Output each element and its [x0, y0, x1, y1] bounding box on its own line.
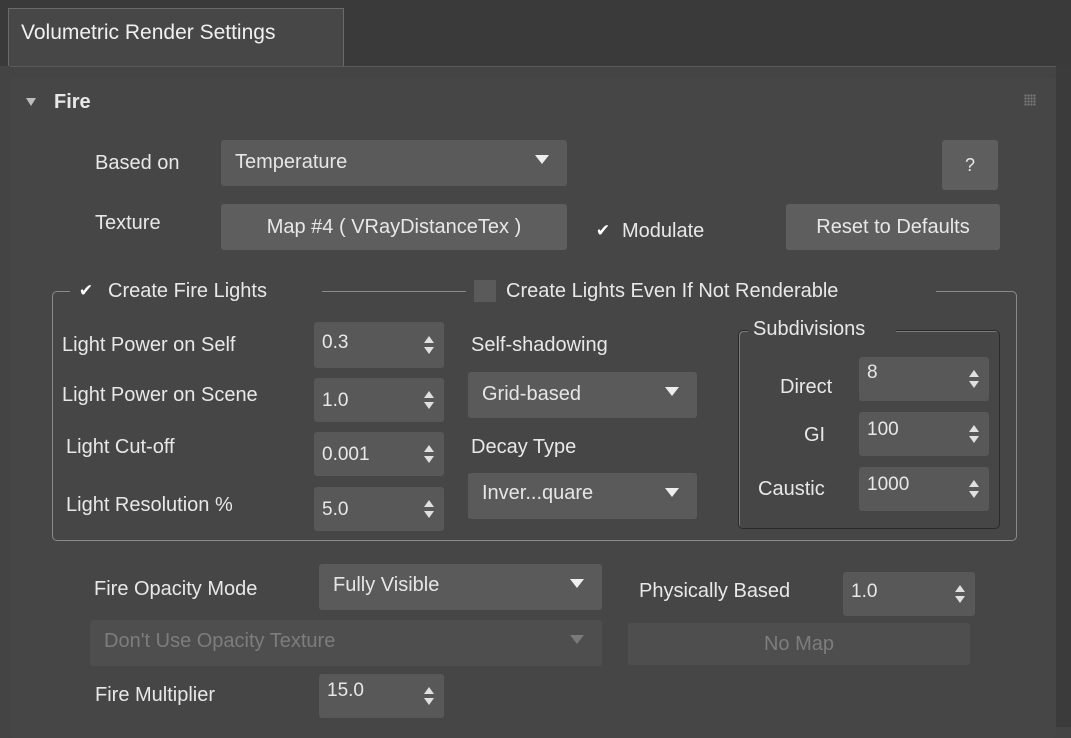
help-button[interactable]: ?	[942, 140, 998, 190]
fire-multiplier-value: 15.0	[327, 680, 364, 701]
self-shadowing-dropdown[interactable]: Grid-based	[468, 372, 697, 418]
opacity-texture-dropdown[interactable]: Don't Use Opacity Texture	[90, 620, 602, 666]
based-on-value: Temperature	[235, 151, 348, 173]
subdiv-direct-label: Direct	[780, 376, 833, 398]
decay-type-label: Decay Type	[471, 436, 577, 458]
subdiv-gi-label: GI	[804, 424, 826, 446]
light-cutoff-value: 0.001	[322, 444, 370, 465]
modulate-label: Modulate	[622, 220, 705, 242]
create-lights-not-renderable-label: Create Lights Even If Not Renderable	[506, 280, 839, 302]
decay-type-value: Inver...quare	[482, 482, 594, 504]
self-shadowing-value: Grid-based	[482, 383, 581, 405]
divider	[10, 66, 1071, 67]
reset-to-defaults-button[interactable]: Reset to Defaults	[786, 204, 1000, 250]
spinner-arrows-icon[interactable]	[969, 370, 979, 388]
texture-map-button[interactable]: Map #4 ( VRayDistanceTex )	[221, 204, 567, 250]
light-power-scene-label: Light Power on Scene	[62, 384, 258, 406]
fire-opacity-mode-dropdown[interactable]: Fully Visible	[319, 564, 602, 610]
subdiv-direct-spinner[interactable]: 8	[859, 357, 989, 401]
subdiv-direct-value: 8	[867, 362, 878, 383]
check-icon: ✔	[595, 221, 611, 240]
rollout-header-fire[interactable]: Fire	[22, 88, 222, 118]
spinner-arrows-icon[interactable]	[424, 336, 434, 354]
physically-based-value: 1.0	[851, 581, 878, 602]
spinner-arrows-icon[interactable]	[424, 687, 434, 705]
tab-title: Volumetric Render Settings	[21, 21, 276, 44]
spinner-arrows-icon[interactable]	[955, 585, 965, 603]
light-power-scene-value: 1.0	[322, 390, 349, 411]
subdiv-gi-spinner[interactable]: 100	[859, 412, 989, 456]
light-cutoff-spinner[interactable]: 0.001	[314, 432, 444, 476]
spinner-arrows-icon[interactable]	[969, 480, 979, 498]
chevron-down-icon	[570, 579, 584, 588]
light-resolution-label: Light Resolution %	[66, 494, 233, 516]
spinner-arrows-icon[interactable]	[424, 500, 434, 518]
light-resolution-value: 5.0	[322, 499, 349, 520]
subdiv-caustic-label: Caustic	[758, 478, 825, 500]
opacity-texture-value: Don't Use Opacity Texture	[104, 630, 336, 652]
physically-based-label: Physically Based	[639, 580, 791, 602]
texture-label: Texture	[95, 212, 161, 234]
fire-opacity-mode-value: Fully Visible	[333, 574, 440, 596]
light-power-scene-spinner[interactable]: 1.0	[314, 378, 444, 422]
based-on-dropdown[interactable]: Temperature	[221, 140, 567, 186]
subdiv-caustic-value: 1000	[867, 474, 910, 495]
light-resolution-spinner[interactable]: 5.0	[314, 487, 444, 531]
fire-multiplier-spinner[interactable]: 15.0	[319, 674, 444, 718]
scrollbar[interactable]	[1056, 66, 1071, 727]
create-fire-lights-label: Create Fire Lights	[108, 280, 267, 302]
self-shadowing-label: Self-shadowing	[471, 334, 608, 356]
light-power-self-spinner[interactable]: 0.3	[314, 322, 444, 368]
chevron-down-icon	[570, 635, 584, 644]
rollout-gripper-icon[interactable]	[1024, 94, 1036, 106]
light-cutoff-label: Light Cut-off	[66, 436, 175, 458]
opacity-no-map-button[interactable]: No Map	[628, 623, 970, 665]
chevron-down-icon	[535, 155, 549, 164]
spinner-arrows-icon[interactable]	[424, 391, 434, 409]
based-on-label: Based on	[95, 152, 180, 174]
physically-based-spinner[interactable]: 1.0	[843, 572, 975, 616]
decay-type-dropdown[interactable]: Inver...quare	[468, 473, 697, 519]
subdiv-gi-value: 100	[867, 419, 899, 440]
rollout-title: Fire	[54, 91, 91, 113]
light-power-self-label: Light Power on Self	[62, 334, 236, 356]
spinner-arrows-icon[interactable]	[424, 445, 434, 463]
light-power-self-value: 0.3	[322, 332, 349, 353]
tab-volumetric-render-settings[interactable]: Volumetric Render Settings	[8, 8, 344, 66]
spinner-arrows-icon[interactable]	[969, 425, 979, 443]
modulate-checkbox[interactable]: ✔	[593, 221, 613, 241]
chevron-down-icon	[665, 387, 679, 396]
fire-multiplier-label: Fire Multiplier	[95, 684, 216, 706]
create-fire-lights-checkbox[interactable]: ✔	[76, 281, 96, 301]
collapse-arrow-icon	[26, 98, 36, 106]
subdiv-caustic-spinner[interactable]: 1000	[859, 467, 989, 511]
subdivisions-title: Subdivisions	[753, 318, 866, 340]
check-icon: ✔	[78, 281, 94, 300]
chevron-down-icon	[665, 488, 679, 497]
create-lights-not-renderable-checkbox[interactable]	[474, 280, 496, 302]
fire-opacity-mode-label: Fire Opacity Mode	[94, 578, 258, 600]
